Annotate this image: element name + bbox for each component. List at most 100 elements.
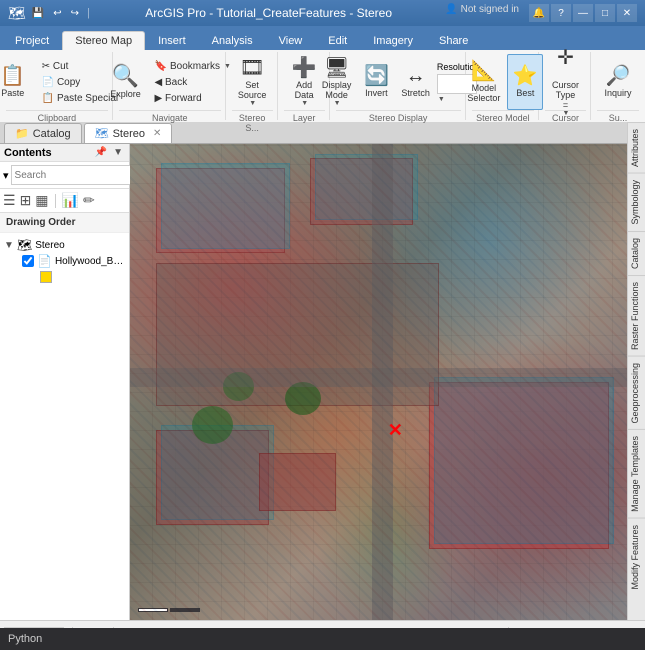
best-button[interactable]: ⭐ Best [507, 54, 543, 110]
grid-view-btn[interactable]: ▦ [35, 192, 48, 209]
navigate-small-group: 🔖 Bookmarks ▼ ◀ Back ▶ Forward [150, 54, 236, 110]
tab-stereo-map[interactable]: Stereo Map [62, 31, 145, 50]
stretch-button[interactable]: ↔ Stretch [396, 54, 435, 110]
edit-btn[interactable]: ✏ [83, 192, 95, 209]
stereo-s-group-label: Stereo S... [232, 110, 273, 133]
modify-features-panel-btn[interactable]: Modify Features [628, 518, 645, 596]
ribbon-group-stereo-s: 🎞 Set Source ▼ Stereo S... [228, 52, 278, 120]
stereo-display-group-label: Stereo Display [336, 110, 461, 123]
toolbar-separator-1 [55, 194, 56, 208]
stereo-tab-close[interactable]: ✕ [153, 128, 161, 139]
ribbon-group-stereo-display: 🖥 Display Mode ▼ 🔄 Invert ↔ Stretch Reso… [332, 52, 466, 120]
attributes-panel-btn[interactable]: Attributes [628, 122, 645, 173]
layer-group-stereo[interactable]: ▼ 🗺 Stereo [4, 237, 125, 253]
cursor-group-label: Cursor [545, 110, 586, 123]
map-area[interactable]: ✕ [130, 144, 645, 620]
collapse-stereo-icon[interactable]: ▼ [4, 240, 14, 251]
parking-1 [156, 263, 439, 406]
undo-quick-btn[interactable]: ↩ [50, 7, 64, 20]
tab-analysis[interactable]: Analysis [199, 31, 266, 50]
road-vertical [372, 144, 393, 620]
clipboard-group-label: Clipboard [6, 110, 108, 123]
cursor-type-icon: ✛ [557, 48, 574, 68]
maximize-btn[interactable]: □ [595, 4, 615, 22]
title-bar: 🗺 💾 ↩ ↪ | ArcGIS Pro - Tutorial_CreateFe… [0, 0, 645, 26]
model-selector-icon: 📐 [471, 61, 496, 81]
bookmarks-button[interactable]: 🔖 Bookmarks ▼ [150, 59, 236, 74]
layer-tree: ▼ 🗺 Stereo 📄 Hollywood_Buildings_C... [0, 233, 129, 620]
ribbon-group-stereo-model: 📐 Model Selector ⭐ Best Stereo Model [468, 52, 539, 120]
table-view-btn[interactable]: ⊞ [20, 192, 32, 209]
tab-catalog[interactable]: 📁 Catalog [4, 123, 82, 143]
contents-panel: Contents 📌 ▼ ▾ 🔍 ☰ ⊞ ▦ 📊 ✏ Drawing Order… [0, 144, 130, 620]
filter-icon: ▾ [3, 169, 9, 182]
feature-layer-icon: 📄 [37, 254, 52, 268]
drawing-order-label: Drawing Order [0, 213, 129, 233]
paste-button[interactable]: 📋 Paste [0, 54, 35, 110]
scale-bar-black [170, 608, 200, 612]
quick-access-toolbar: 🗺 💾 ↩ ↪ | [8, 5, 92, 22]
set-source-button[interactable]: 🎞 Set Source ▼ [233, 54, 272, 110]
tab-edit[interactable]: Edit [315, 31, 360, 50]
help-btn[interactable]: ? [551, 4, 571, 22]
ribbon-tabs: Project Stereo Map Insert Analysis View … [0, 26, 645, 50]
manage-templates-panel-btn[interactable]: Manage Templates [628, 429, 645, 518]
tab-insert[interactable]: Insert [145, 31, 199, 50]
right-panel: Attributes Symbology Catalog Raster Func… [627, 122, 645, 620]
navigate-back-button[interactable]: ◀ Back [150, 75, 236, 90]
minimize-btn[interactable]: — [573, 4, 593, 22]
ribbon-group-cursor: ✛ Cursor Type = ▼ Cursor [541, 52, 591, 120]
contents-search-bar: ▾ 🔍 [0, 162, 129, 189]
add-data-icon: ➕ [292, 58, 317, 78]
catalog-tab-icon: 📁 [15, 127, 29, 140]
notify-btn[interactable]: 🔔 [529, 4, 549, 22]
display-mode-button[interactable]: 🖥 Display Mode ▼ [317, 54, 357, 110]
aerial-photo: ✕ [130, 144, 645, 620]
contents-menu-btn[interactable]: ▼ [111, 146, 125, 159]
tab-imagery[interactable]: Imagery [360, 31, 426, 50]
building-3-cyan [434, 377, 614, 544]
tab-project[interactable]: Project [2, 31, 62, 50]
explore-icon: 🔍 [112, 65, 139, 87]
stereo-tab-icon: 🗺 [95, 127, 109, 140]
tab-stereo-doc[interactable]: 🗺 Stereo ✕ [84, 123, 173, 143]
layer-color-swatch [40, 271, 52, 283]
tree-3 [285, 382, 321, 415]
redo-quick-btn[interactable]: ↪ [68, 7, 82, 20]
ribbon-group-clipboard: 📋 Paste ✂ Cut 📄 Copy 📋 Paste Special Cli… [2, 52, 113, 120]
model-selector-button[interactable]: 📐 Model Selector [462, 54, 505, 110]
cursor-type-button[interactable]: ✛ Cursor Type = ▼ [547, 54, 584, 110]
top-right-not-signed-in[interactable]: 👤 Not signed in [445, 4, 519, 22]
building-1-cyan [161, 163, 290, 249]
contents-toolbar: ☰ ⊞ ▦ 📊 ✏ [0, 189, 129, 213]
chart-btn[interactable]: 📊 [62, 192, 79, 209]
ribbon-group-inquiry: 🔎 Inquiry Su... [593, 52, 643, 120]
display-mode-icon: 🖥 [324, 58, 349, 78]
tab-share[interactable]: Share [426, 31, 481, 50]
list-view-btn[interactable]: ☰ [3, 192, 16, 209]
navigate-fwd-button[interactable]: ▶ Forward [150, 91, 236, 106]
contents-header-buttons: 📌 ▼ [93, 146, 125, 159]
raster-functions-panel-btn[interactable]: Raster Functions [628, 275, 645, 356]
close-btn[interactable]: ✕ [617, 4, 637, 22]
symbology-panel-btn[interactable]: Symbology [628, 173, 645, 231]
invert-button[interactable]: 🔄 Invert [358, 54, 394, 110]
ribbon-group-navigate: 🔍 Explore 🔖 Bookmarks ▼ ◀ Back ▶ Forward… [115, 52, 226, 120]
layer-hollywood-buildings[interactable]: 📄 Hollywood_Buildings_C... [4, 253, 125, 269]
building-4-cyan [161, 425, 274, 520]
explore-button[interactable]: 🔍 Explore [104, 54, 148, 110]
tab-view[interactable]: View [266, 31, 316, 50]
save-quick-btn[interactable]: 💾 [29, 7, 47, 20]
cyan-overlay [130, 144, 645, 620]
pin-btn[interactable]: 📌 [93, 146, 109, 159]
geoprocessing-panel-btn[interactable]: Geoprocessing [628, 356, 645, 430]
tree-1 [192, 406, 233, 444]
inquiry-button[interactable]: 🔎 Inquiry [600, 54, 637, 110]
layer-visibility-checkbox[interactable] [22, 255, 34, 267]
layer-swatch-container [4, 269, 125, 286]
python-bar[interactable]: Python [0, 628, 645, 650]
catalog-panel-btn[interactable]: Catalog [628, 231, 645, 275]
navigate-group-label: Navigate [119, 110, 221, 123]
building-2-cyan [315, 154, 418, 221]
main-layout: Contents 📌 ▼ ▾ 🔍 ☰ ⊞ ▦ 📊 ✏ Drawing Order… [0, 144, 645, 620]
